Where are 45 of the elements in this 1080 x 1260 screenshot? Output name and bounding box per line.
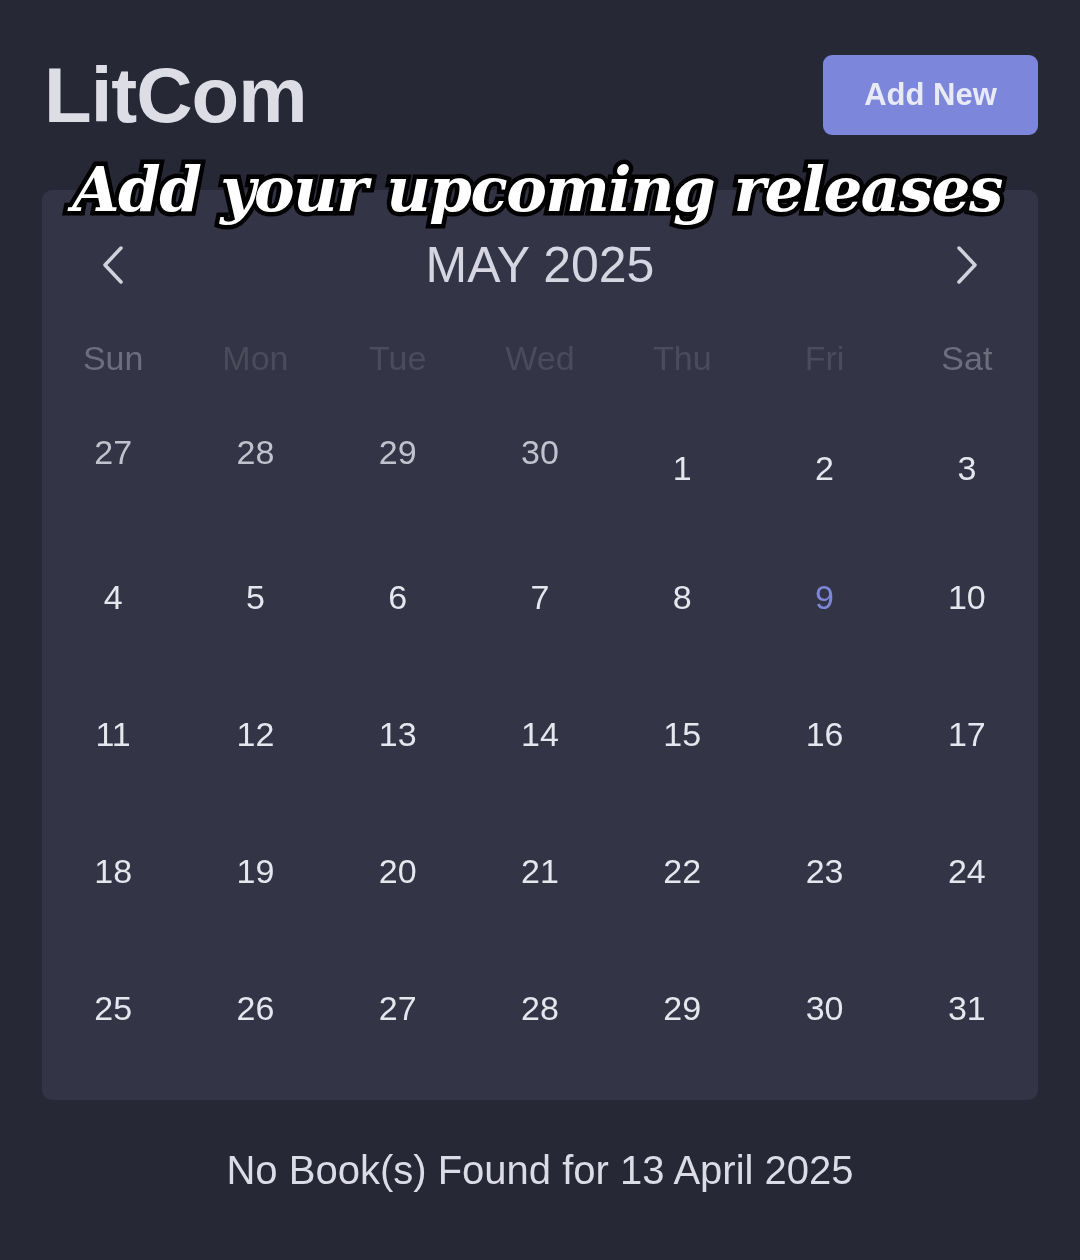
weekday-label: Sat [941,338,993,378]
calendar-day[interactable]: 21 [517,850,563,891]
calendar-day[interactable]: 29 [374,431,421,472]
calendar-day[interactable]: 24 [943,850,990,891]
calendar-day[interactable]: 30 [517,431,563,472]
calendar-day[interactable]: 7 [526,576,554,617]
calendar-day[interactable]: 5 [241,576,269,617]
month-title: MAY 2025 [425,236,655,295]
chevron-left-icon [102,246,125,284]
calendar-day[interactable]: 29 [659,987,706,1028]
calendar-day[interactable]: 8 [668,576,696,617]
calendar-day[interactable]: 14 [517,713,563,754]
overlay-caption: Add your upcoming releases [60,142,1020,238]
calendar-day[interactable]: 28 [232,431,279,472]
chevron-right-icon [955,246,978,284]
calendar-day[interactable]: 20 [374,850,421,891]
calendar-day[interactable]: 18 [90,850,137,891]
calendar-day[interactable]: 22 [659,850,706,891]
calendar-day[interactable]: 27 [90,431,137,472]
calendar-day[interactable]: 12 [232,713,279,754]
calendar-day[interactable]: 6 [384,576,412,617]
calendar-day[interactable]: 17 [943,713,990,754]
calendar-day[interactable]: 15 [659,713,706,754]
calendar-day[interactable]: 4 [99,576,127,617]
calendar-day[interactable]: 27 [374,987,421,1028]
calendar-day[interactable]: 9 [811,576,838,617]
next-month-button[interactable] [955,246,978,284]
calendar-day[interactable]: 11 [91,713,135,754]
calendar-day[interactable]: 31 [943,987,990,1028]
calendar-day[interactable]: 1 [668,447,696,488]
calendar-day[interactable]: 25 [90,987,137,1028]
empty-state-message: No Book(s) Found for 13 April 2025 [226,1147,854,1194]
previous-month-button[interactable] [102,246,125,284]
weekday-label: Sun [82,338,144,378]
calendar-day[interactable]: 28 [517,987,563,1028]
calendar-day[interactable]: 23 [801,850,848,891]
calendar-day[interactable]: 2 [811,447,838,488]
calendar-day[interactable]: 30 [801,987,848,1028]
calendar-day[interactable]: 13 [374,713,421,754]
app-logo: LitCom [44,55,307,135]
calendar-day[interactable]: 3 [953,447,981,488]
calendar-day[interactable]: 16 [801,713,848,754]
calendar-day[interactable]: 10 [943,576,990,617]
calendar-day[interactable]: 26 [232,987,279,1028]
calendar-day[interactable]: 19 [232,850,279,891]
